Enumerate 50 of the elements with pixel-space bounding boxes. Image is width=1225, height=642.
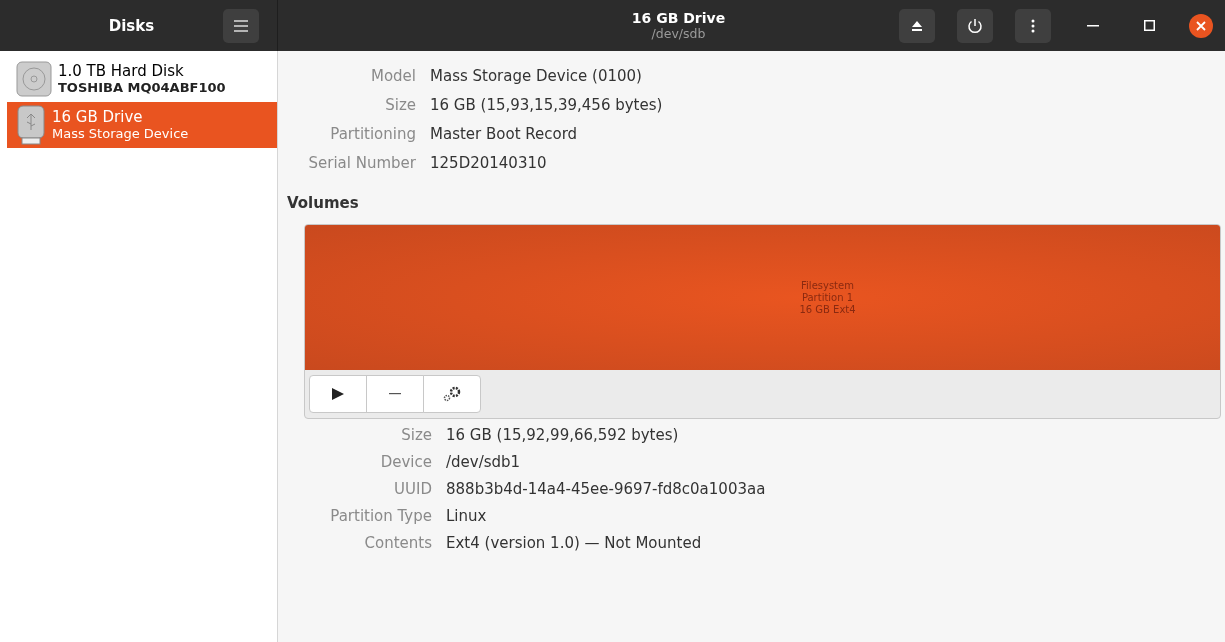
- field-value: 888b3b4d-14a4-45ee-9697-fd8c0a1003aa: [446, 480, 767, 498]
- field-value: /dev/sdb1: [446, 453, 522, 471]
- field-value: 16 GB (15,92,99,66,592 bytes): [446, 426, 680, 444]
- field-value: Master Boot Record: [430, 125, 579, 143]
- field-label: Partition Type: [329, 507, 432, 525]
- partition-label: Partition 1: [801, 291, 854, 304]
- disk-model: TOSHIBA MQ04ABF100: [58, 80, 226, 95]
- field-label: Serial Number: [307, 154, 416, 172]
- minimize-icon: [1087, 24, 1099, 27]
- field-label: Contents: [363, 534, 432, 552]
- field-label: Size: [400, 426, 432, 444]
- partition-label: 16 GB Ext4: [799, 303, 856, 316]
- close-button[interactable]: [1189, 13, 1213, 38]
- more-options-button[interactable]: [1015, 8, 1051, 43]
- menu-button[interactable]: [223, 8, 259, 43]
- power-button[interactable]: [957, 8, 993, 43]
- section-heading: Volumes: [287, 194, 360, 212]
- field-label: UUID: [393, 480, 432, 498]
- menu-icon: [234, 19, 248, 32]
- field-label: Model: [369, 67, 416, 85]
- window-subtitle: /dev/sdb: [651, 26, 706, 41]
- mount-button[interactable]: [309, 375, 367, 413]
- gears-icon: [442, 385, 462, 403]
- partition-label: Filesystem: [801, 279, 854, 292]
- disk-name: 16 GB Drive: [52, 109, 144, 126]
- field-value: Mass Storage Device (0100): [430, 67, 643, 85]
- disk-model: Mass Storage Device: [52, 126, 189, 141]
- partition-block[interactable]: Filesystem Partition 1 16 GB Ext4: [305, 225, 1220, 370]
- power-icon: [967, 17, 983, 34]
- field-label: Device: [379, 453, 432, 471]
- usb-drive-icon: [16, 105, 46, 145]
- eject-button[interactable]: [899, 8, 935, 43]
- disk-list-item[interactable]: 16 GB Drive Mass Storage Device: [7, 102, 277, 148]
- minus-icon: [389, 393, 401, 395]
- disk-list-item[interactable]: 1.0 TB Hard Disk TOSHIBA MQ04ABF100: [7, 58, 277, 100]
- field-value: Ext4 (version 1.0) — Not Mounted: [446, 534, 703, 552]
- window-title: 16 GB Drive: [631, 10, 726, 26]
- app-title: Disks: [107, 16, 156, 35]
- play-icon: [331, 387, 345, 401]
- field-value: Linux: [446, 507, 488, 525]
- more-options-icon: [1031, 18, 1035, 33]
- disk-name: 1.0 TB Hard Disk: [58, 63, 185, 80]
- field-label: Partitioning: [329, 125, 416, 143]
- field-value: 16 GB (15,93,15,39,456 bytes): [430, 96, 664, 114]
- close-icon: [1196, 20, 1206, 31]
- maximize-icon: [1143, 20, 1155, 31]
- settings-button[interactable]: [423, 375, 481, 413]
- eject-icon: [911, 19, 923, 32]
- field-value: 125D20140310: [430, 154, 548, 172]
- field-label: Size: [384, 96, 416, 114]
